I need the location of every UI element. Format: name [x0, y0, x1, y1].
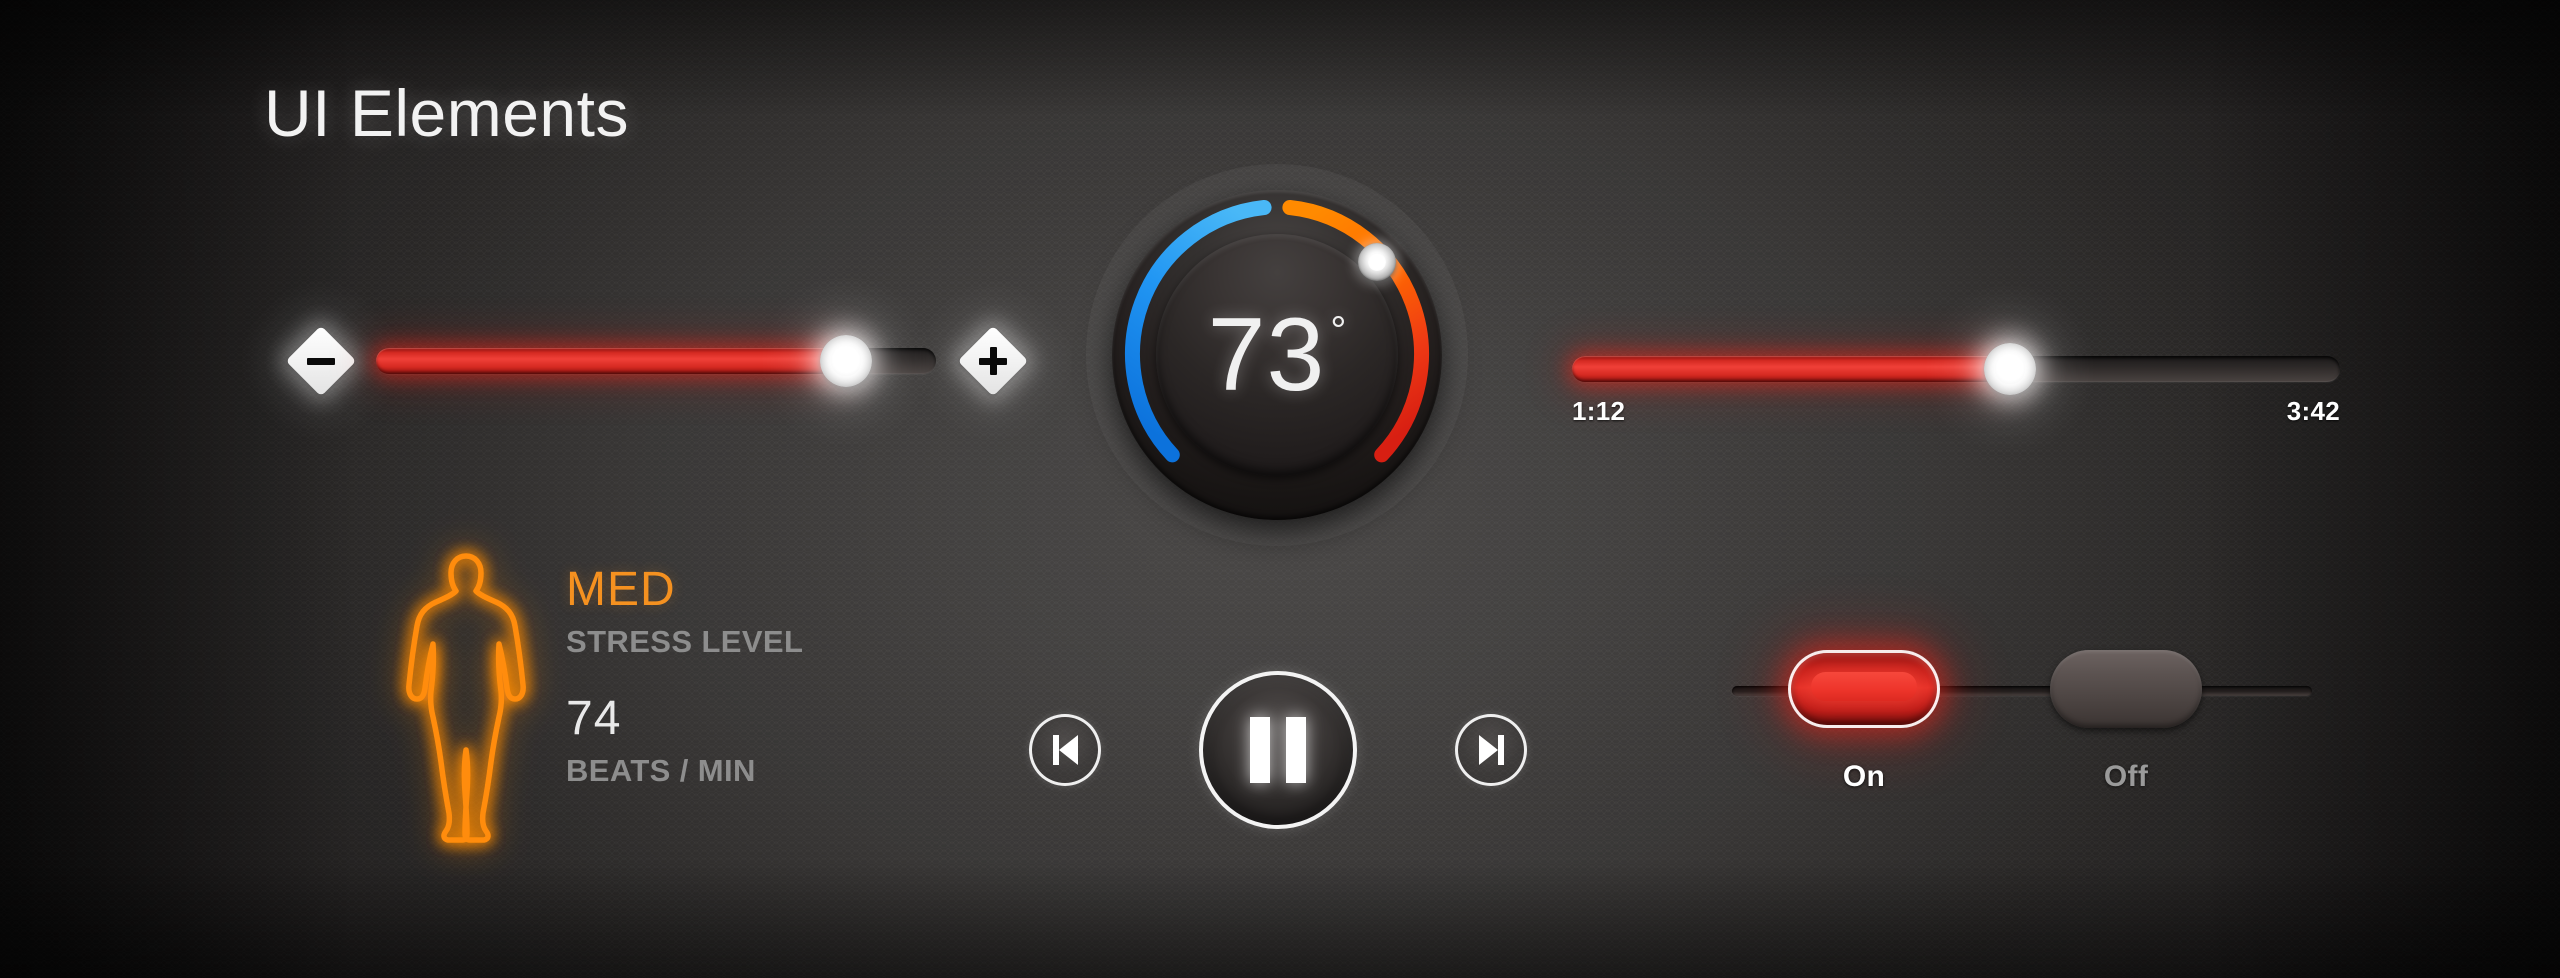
human-body-icon: [400, 548, 532, 848]
dial-readout: 73 °: [1208, 303, 1347, 407]
power-toggle-label-off[interactable]: Off: [2050, 762, 2202, 792]
heart-rate-value: 74: [566, 692, 622, 745]
volume-slider[interactable]: [285, 325, 1029, 397]
pause-icon[interactable]: [1199, 671, 1357, 829]
progress-slider-knob[interactable]: [1984, 343, 2036, 395]
next-track-icon[interactable]: [1455, 714, 1527, 786]
pause-bar-left: [1250, 717, 1270, 783]
page-title: UI Elements: [264, 76, 629, 150]
dial-temperature-value: 73: [1207, 297, 1326, 413]
plus-glyph-vertical: [989, 347, 997, 375]
heart-rate-label: BEATS / MIN: [566, 753, 756, 788]
volume-slider-knob[interactable]: [820, 335, 872, 387]
power-toggle-option-on[interactable]: [1788, 650, 1940, 728]
minus-glyph: [307, 357, 335, 365]
elapsed-time-label: 1:12: [1572, 396, 1626, 426]
playback-progress-slider[interactable]: [1572, 343, 2340, 395]
plus-icon[interactable]: [957, 325, 1029, 397]
next-track-triangle: [1478, 735, 1498, 765]
previous-track-triangle: [1058, 735, 1078, 765]
dial-degree-symbol: °: [1330, 309, 1347, 353]
previous-track-icon[interactable]: [1029, 714, 1101, 786]
dial-knob[interactable]: [1358, 243, 1396, 281]
power-toggle[interactable]: On Off: [1732, 650, 2312, 840]
biometrics-readout: MED STRESS LEVEL 74 BEATS / MIN: [566, 563, 1086, 788]
playback-time-labels: 1:12 3:42: [1572, 396, 2340, 427]
power-toggle-label-on[interactable]: On: [1788, 762, 1940, 792]
ui-elements-screen: UI Elements 73 ° 1:12 3:42 MED STRESS LE…: [0, 0, 2560, 978]
stress-level-label: STRESS LEVEL: [566, 624, 804, 659]
progress-slider-fill: [1572, 356, 2010, 382]
next-track-bar: [1497, 735, 1504, 765]
stress-level-value: MED: [566, 563, 676, 616]
pause-bar-right: [1286, 717, 1306, 783]
volume-slider-fill: [376, 348, 846, 374]
minus-icon[interactable]: [285, 325, 357, 397]
thermostat-dial[interactable]: 73 °: [1086, 164, 1468, 546]
total-time-label: 3:42: [2286, 396, 2340, 426]
power-toggle-option-off[interactable]: [2050, 650, 2202, 728]
